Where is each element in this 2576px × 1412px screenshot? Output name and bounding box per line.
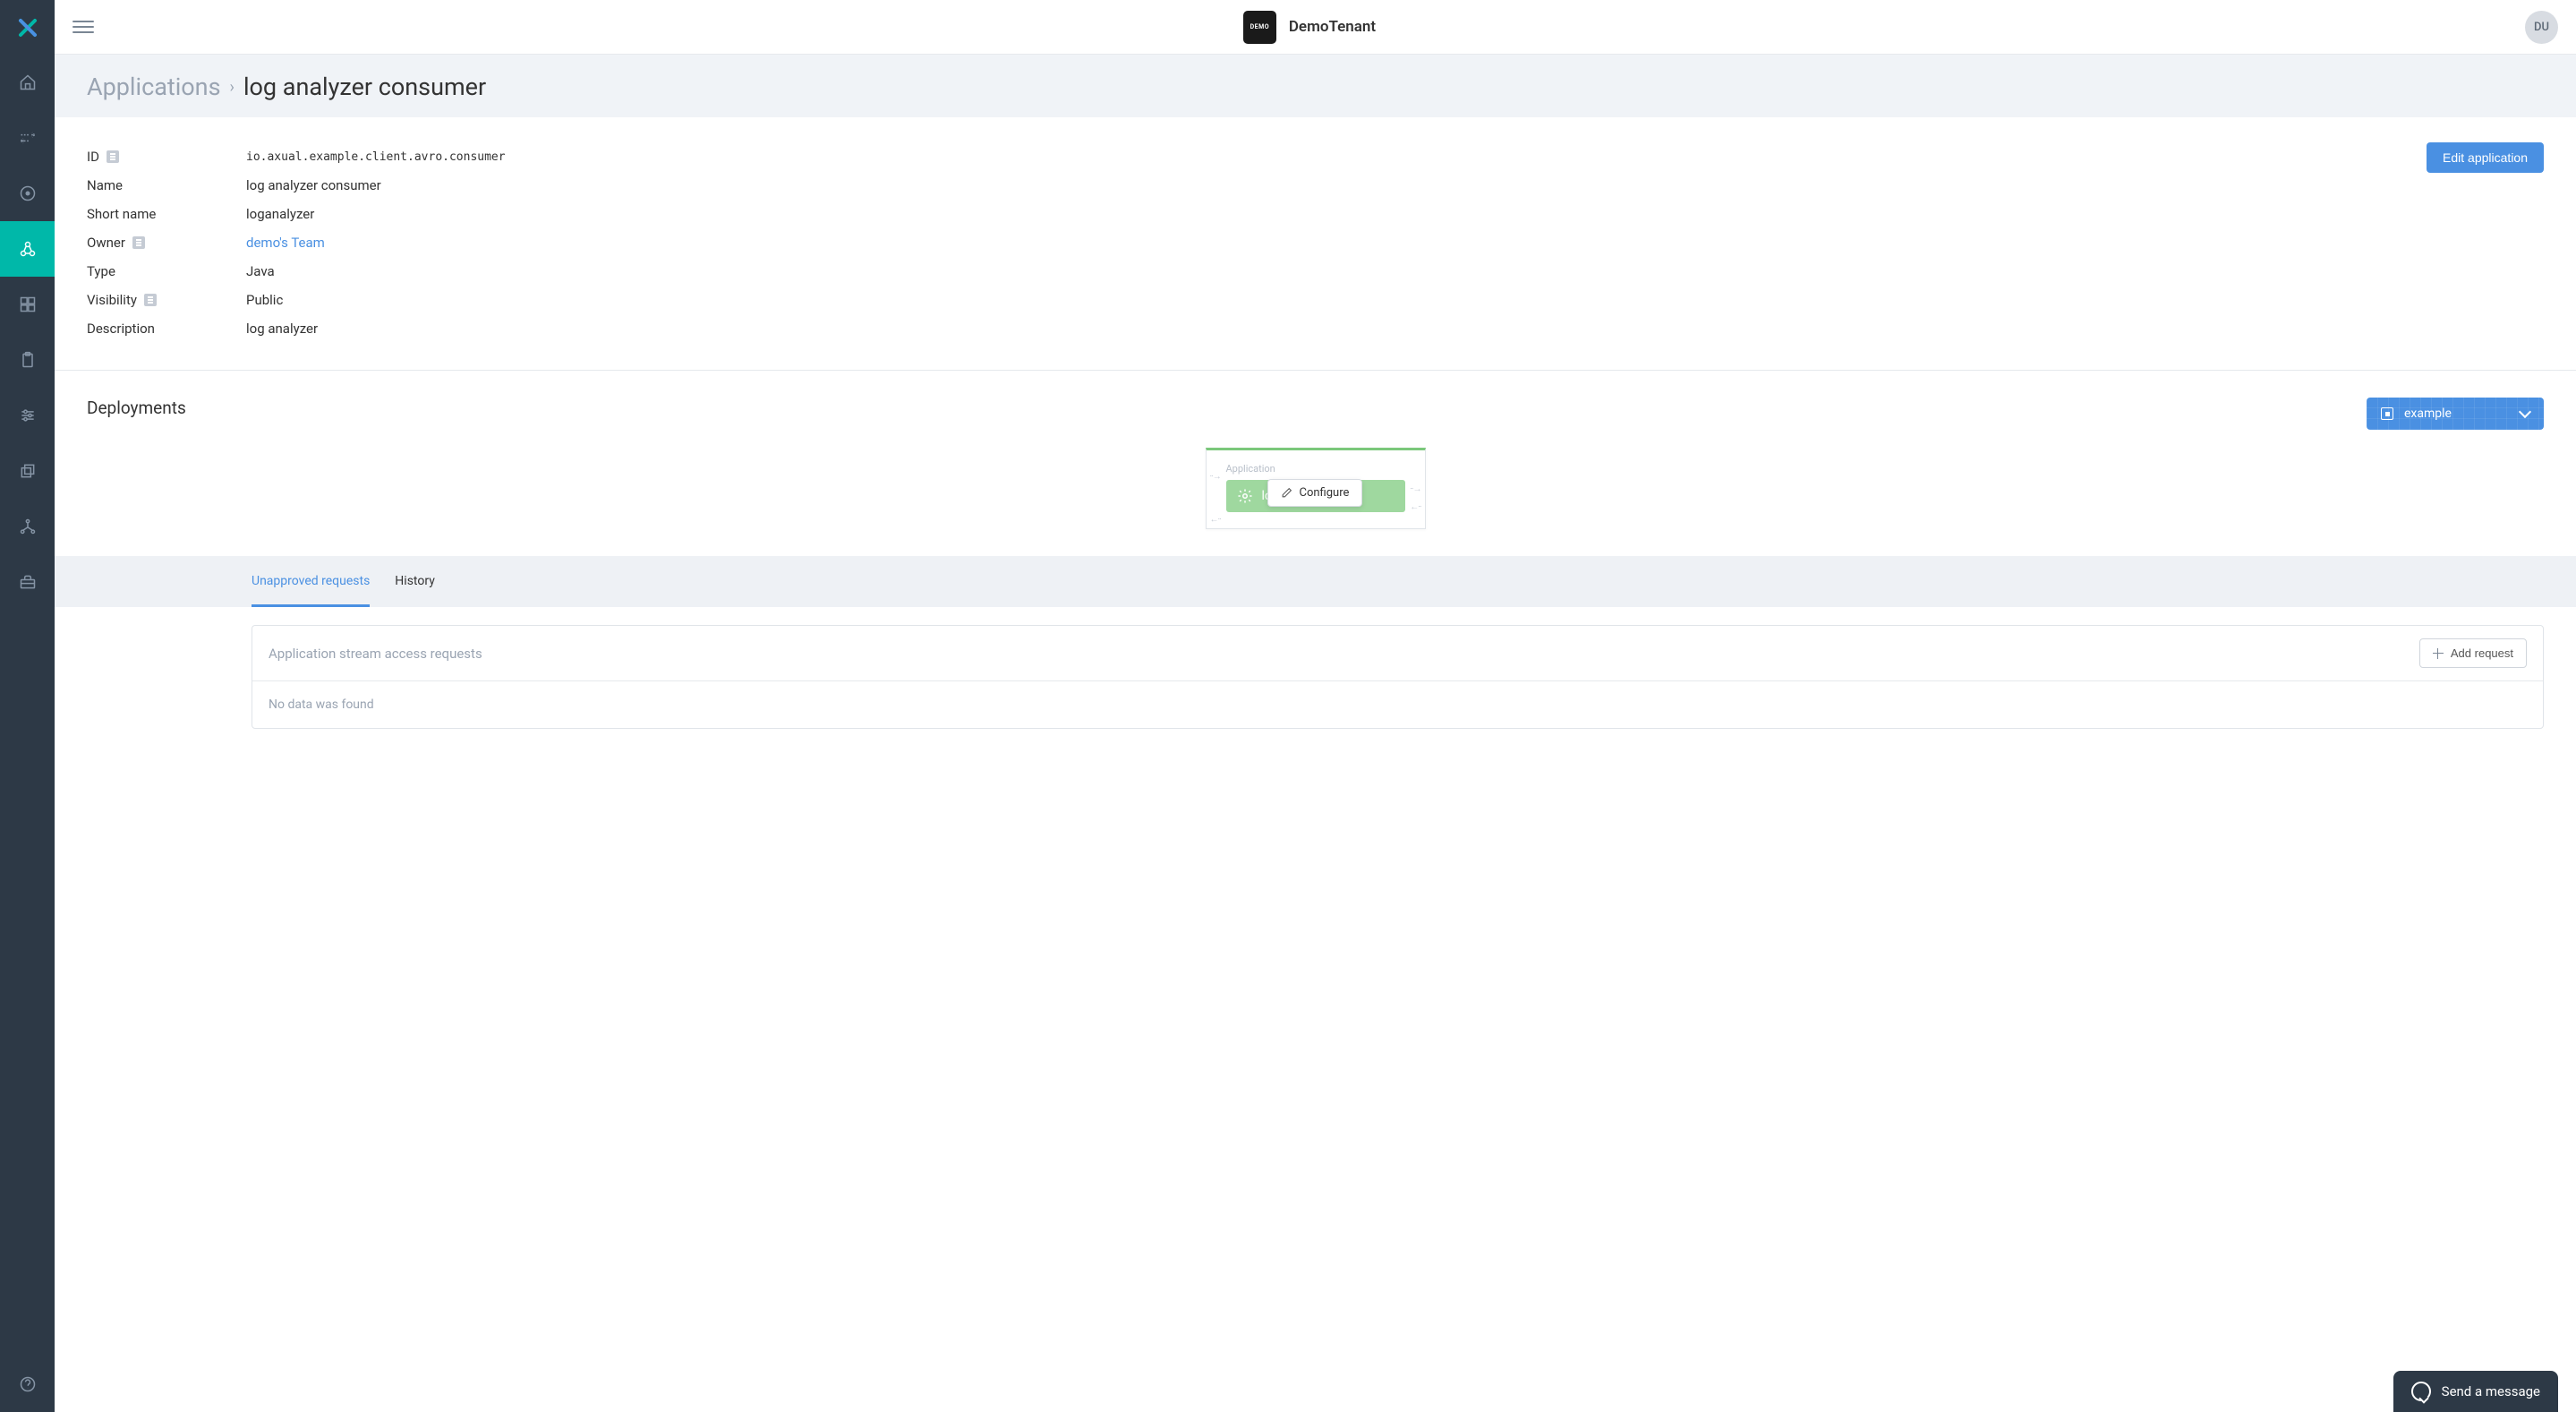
- application-details: ID io.axual.example.client.avro.consumer…: [87, 142, 2427, 343]
- card-label: Application: [1226, 463, 1405, 475]
- environment-selected: example: [2404, 406, 2452, 421]
- sidebar-item-record[interactable]: [0, 166, 55, 221]
- tabs: Unapproved requests History: [252, 556, 2544, 607]
- value-owner[interactable]: demo's Team: [246, 235, 325, 251]
- sidebar-item-toolbox[interactable]: [0, 554, 55, 610]
- tenant-logo: DEMO: [1243, 11, 1276, 44]
- plus-icon: [2433, 648, 2444, 659]
- chat-widget[interactable]: Send a message: [2393, 1371, 2558, 1412]
- value-name: log analyzer consumer: [246, 177, 381, 193]
- app-logo[interactable]: [0, 0, 55, 55]
- pencil-icon: [1281, 487, 1292, 499]
- sidebar-item-applications[interactable]: [0, 221, 55, 277]
- label-id: ID: [87, 149, 99, 165]
- info-icon[interactable]: [132, 236, 145, 249]
- value-short-name: loganalyzer: [246, 206, 314, 222]
- label-name: Name: [87, 177, 246, 193]
- sidebar-item-distribute[interactable]: [0, 499, 55, 554]
- deployments-title: Deployments: [87, 398, 186, 418]
- gear-icon: [1237, 488, 1253, 504]
- sidebar-item-copy[interactable]: [0, 443, 55, 499]
- value-id: io.axual.example.client.avro.consumer: [246, 150, 506, 164]
- arrow-icon: ··→: [1410, 484, 1420, 494]
- breadcrumb: Applications › log analyzer consumer: [87, 73, 2544, 101]
- arrow-icon: ←··: [1410, 502, 1420, 512]
- configure-button[interactable]: Configure: [1267, 479, 1363, 507]
- tab-history[interactable]: History: [395, 556, 435, 607]
- label-type: Type: [87, 263, 246, 279]
- value-visibility: Public: [246, 292, 283, 308]
- breadcrumb-separator: ›: [230, 78, 235, 97]
- label-description: Description: [87, 321, 246, 337]
- edit-application-button[interactable]: Edit application: [2427, 142, 2544, 173]
- add-request-button[interactable]: Add request: [2419, 638, 2527, 668]
- breadcrumb-root[interactable]: Applications: [87, 73, 221, 101]
- tab-unapproved-requests[interactable]: Unapproved requests: [252, 556, 370, 607]
- label-owner: Owner: [87, 235, 125, 251]
- sidebar-item-home[interactable]: [0, 55, 55, 110]
- configure-label: Configure: [1300, 486, 1350, 500]
- sidebar-help[interactable]: [0, 1356, 55, 1412]
- breadcrumb-bar: Applications › log analyzer consumer: [55, 55, 2576, 117]
- label-short-name: Short name: [87, 206, 246, 222]
- requests-title: Application stream access requests: [269, 646, 482, 662]
- menu-toggle-icon[interactable]: [73, 16, 94, 38]
- chat-label: Send a message: [2442, 1383, 2540, 1399]
- add-request-label: Add request: [2451, 646, 2513, 660]
- value-type: Java: [246, 263, 275, 279]
- no-data-message: No data was found: [252, 681, 2543, 728]
- environment-icon: [2381, 407, 2393, 420]
- arrow-icon: ··→: [1210, 472, 1221, 482]
- info-icon[interactable]: [144, 294, 157, 306]
- sidebar-item-settings[interactable]: [0, 388, 55, 443]
- sidebar: [0, 0, 55, 1412]
- topbar: DEMO DemoTenant DU: [55, 0, 2576, 55]
- sidebar-item-dashboard[interactable]: [0, 277, 55, 332]
- avatar[interactable]: DU: [2525, 11, 2558, 44]
- requests-panel: Application stream access requests Add r…: [252, 625, 2544, 729]
- chevron-down-icon: [2519, 406, 2531, 418]
- breadcrumb-current: log analyzer consumer: [243, 73, 486, 101]
- info-icon[interactable]: [107, 150, 119, 163]
- value-description: log analyzer: [246, 321, 318, 337]
- sidebar-item-clipboard[interactable]: [0, 332, 55, 388]
- tenant-name: DemoTenant: [1289, 18, 1376, 36]
- environment-select[interactable]: example: [2367, 398, 2544, 430]
- sidebar-item-streams[interactable]: [0, 110, 55, 166]
- deployment-card: ··→ ··→ ←·· ←·· Application loganalyzer …: [1206, 448, 1426, 529]
- label-visibility: Visibility: [87, 292, 137, 308]
- arrow-icon: ←··: [1210, 515, 1221, 525]
- chat-icon: [2411, 1382, 2431, 1401]
